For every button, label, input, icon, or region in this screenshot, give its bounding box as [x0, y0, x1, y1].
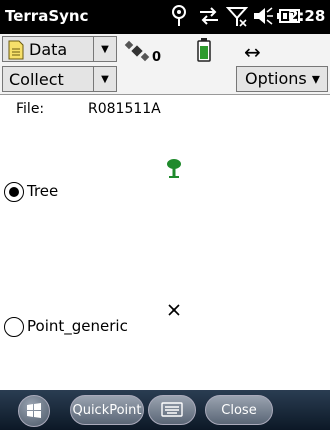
- gps-icon[interactable]: [170, 4, 188, 28]
- satellite-icon[interactable]: [124, 40, 150, 62]
- satellite-count: 0: [152, 50, 162, 65]
- title-bar: TerraSync 2:28: [0, 0, 330, 34]
- close-button[interactable]: Close: [205, 395, 273, 425]
- toolbar: Data ▼ 0 ↔: [0, 34, 330, 65]
- feature-radio-tree[interactable]: [4, 182, 24, 202]
- feature-label-point-generic[interactable]: Point_generic: [27, 317, 128, 335]
- sync-icon[interactable]: [197, 4, 221, 28]
- file-label: File:: [16, 101, 45, 117]
- direction-arrows-icon[interactable]: ↔: [244, 40, 261, 64]
- section-dropdown-value: Data: [29, 40, 68, 59]
- app-title: TerraSync: [5, 7, 89, 25]
- section-dropdown[interactable]: Data ▼: [2, 36, 117, 62]
- mode-dropdown-value: Collect: [9, 70, 64, 89]
- document-icon: [8, 40, 24, 60]
- feature-label-tree[interactable]: Tree: [27, 182, 58, 200]
- options-menu-button[interactable]: Options ▾: [236, 66, 328, 92]
- keyboard-button[interactable]: [148, 395, 196, 425]
- quickpoint-button[interactable]: QuickPoint: [70, 395, 144, 425]
- feature-radio-point-generic[interactable]: [4, 317, 24, 337]
- radio-selected-dot: [9, 187, 19, 197]
- subbar: Collect ▼ Options ▾: [0, 64, 330, 95]
- start-button[interactable]: [18, 395, 50, 427]
- receiver-battery-icon[interactable]: [196, 37, 212, 63]
- no-signal-icon[interactable]: [226, 4, 248, 28]
- chevron-down-icon[interactable]: ▼: [93, 67, 116, 91]
- windows-logo-icon: [27, 403, 41, 418]
- clock: 2:28: [288, 7, 326, 25]
- x-point-icon: [168, 304, 180, 316]
- chevron-down-icon[interactable]: ▼: [93, 37, 116, 61]
- taskbar: QuickPoint Close: [0, 390, 330, 430]
- keyboard-icon: [161, 402, 183, 417]
- volume-icon[interactable]: [252, 4, 274, 28]
- file-name: R081511A: [88, 101, 161, 117]
- tree-icon: [167, 159, 181, 178]
- mode-dropdown[interactable]: Collect ▼: [2, 66, 117, 92]
